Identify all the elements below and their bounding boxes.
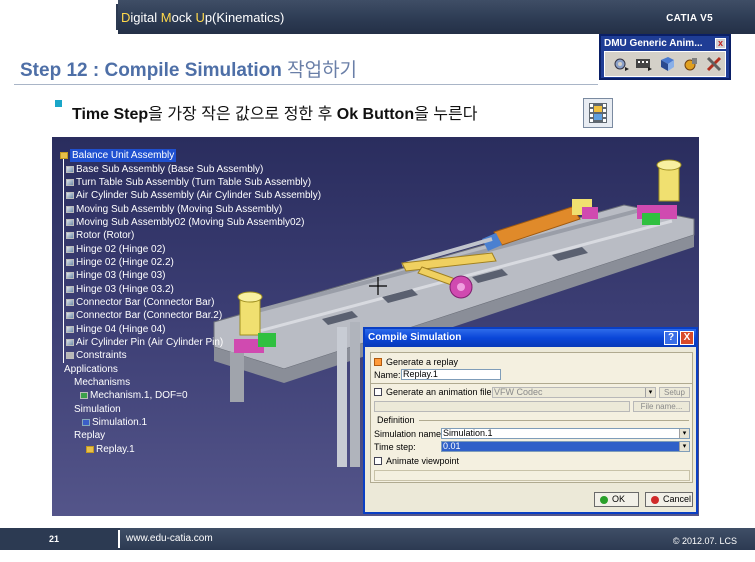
generate-replay-label: Generate a replay	[386, 357, 459, 367]
animate-viewpoint-label: Animate viewpoint	[386, 456, 460, 466]
tree-item[interactable]: Turn Table Sub Assembly (Turn Table Sub …	[60, 176, 321, 189]
bullet-icon	[55, 100, 62, 107]
instruction-text: Time Step을 가장 작은 값으로 정한 후 Ok Button을 누른다	[72, 106, 478, 123]
mechanism-icon	[80, 392, 88, 400]
part-icon	[66, 178, 74, 186]
tree-item-applications[interactable]: Applications	[60, 363, 321, 376]
replay-name-input[interactable]: Replay.1	[401, 369, 501, 380]
tree-item-replay-1[interactable]: Replay.1	[60, 443, 321, 456]
help-button[interactable]: ?	[664, 331, 678, 345]
tree-item[interactable]: Moving Sub Assembly02 (Moving Sub Assemb…	[60, 216, 321, 229]
ok-button[interactable]: OK	[594, 492, 639, 507]
tree-item[interactable]: Hinge 02 (Hinge 02.2)	[60, 256, 321, 269]
dialog-title: Compile Simulation	[368, 332, 462, 343]
tree-item[interactable]: Moving Sub Assembly (Moving Sub Assembly…	[60, 202, 321, 215]
replay-icon	[86, 445, 94, 453]
part-icon	[66, 298, 74, 306]
tree-item[interactable]: Base Sub Assembly (Base Sub Assembly)	[60, 162, 321, 175]
dmu-generic-animation-toolbar: DMU Generic Anim... x	[599, 34, 731, 80]
part-icon	[66, 272, 74, 280]
part-icon	[66, 285, 74, 293]
part-icon	[66, 245, 74, 253]
part-icon	[66, 205, 74, 213]
footer-band	[120, 528, 755, 550]
codec-select[interactable]: VFW Codec ▾	[492, 387, 656, 398]
tree-item-replay[interactable]: Replay	[60, 429, 321, 442]
tree-item-mechanism[interactable]: Mechanism.1, DOF=0	[60, 389, 321, 402]
generate-animation-checkbox[interactable]	[374, 388, 382, 396]
course-title: Digital Mock Up(Kinematics)	[121, 10, 285, 25]
generate-animation-label: Generate an animation file	[386, 387, 492, 397]
website-url: www.edu-catia.com	[126, 533, 213, 544]
title-divider	[14, 84, 598, 85]
setup-button[interactable]: Setup	[659, 387, 690, 398]
footer-separator	[118, 530, 120, 548]
copyright: © 2012.07. LCS	[672, 536, 737, 546]
tree-item-mechanisms[interactable]: Mechanisms	[60, 376, 321, 389]
tree-item[interactable]: Hinge 02 (Hinge 02)	[60, 242, 321, 255]
part-icon	[66, 192, 74, 200]
progress-field	[374, 470, 690, 481]
compile-simulation-dialog: Compile Simulation ? X Generate a replay…	[363, 327, 698, 514]
simulation-name-label: Simulation name:	[374, 429, 444, 439]
chevron-down-icon: ▾	[679, 429, 689, 438]
tree-item[interactable]: Hinge 04 (Hinge 04)	[60, 322, 321, 335]
file-name-button[interactable]: File name...	[633, 401, 690, 412]
bottom-margin	[0, 550, 755, 562]
tree-item[interactable]: Hinge 03 (Hinge 03.2)	[60, 282, 321, 295]
part-icon	[66, 338, 74, 346]
assembly-icon	[60, 152, 68, 160]
chevron-down-icon: ▾	[679, 442, 689, 451]
part-icon	[66, 312, 74, 320]
animate-viewpoint-checkbox[interactable]	[374, 457, 382, 465]
tree-item[interactable]: Air Cylinder Pin (Air Cylinder Pin)	[60, 336, 321, 349]
tree-item-root[interactable]: Balance Unit Assembly	[60, 149, 321, 163]
ok-icon	[600, 495, 608, 504]
tree-item[interactable]: Connector Bar (Connector Bar)	[60, 296, 321, 309]
constraints-icon	[66, 352, 74, 360]
footer-page-box	[0, 528, 120, 550]
specification-tree: Balance Unit Assembly Base Sub Assembly …	[60, 149, 321, 456]
dialog-titlebar: Compile Simulation	[365, 329, 696, 347]
step-title: Step 12 : Compile Simulation 작업하기	[20, 60, 358, 81]
simulation-icon	[82, 419, 90, 427]
tree-item[interactable]: Air Cylinder Sub Assembly (Air Cylinder …	[60, 189, 321, 202]
part-icon	[66, 218, 74, 226]
tools-icon[interactable]	[705, 54, 725, 74]
compile-simulation-film-icon	[583, 98, 613, 128]
cancel-button[interactable]: Cancel	[645, 492, 693, 507]
toolbar-close-button[interactable]: x	[715, 38, 726, 49]
time-step-label: Time step:	[374, 442, 416, 452]
compile-simulation-icon[interactable]	[635, 54, 655, 74]
close-button[interactable]: X	[680, 331, 694, 345]
time-step-select[interactable]: 0.01 ▾	[441, 441, 690, 452]
tree-item-constraints[interactable]: Constraints	[60, 349, 321, 362]
product-label: CATIA V5	[666, 13, 713, 24]
sequence-icon[interactable]	[682, 54, 702, 74]
header-left-panel	[0, 0, 118, 34]
replay-icon[interactable]	[658, 54, 678, 74]
part-icon	[66, 165, 74, 173]
tree-item[interactable]: Connector Bar (Connector Bar.2)	[60, 309, 321, 322]
tree-item-simulation-1[interactable]: Simulation.1	[60, 416, 321, 429]
simulation-name-select[interactable]: Simulation.1 ▾	[441, 428, 690, 439]
tree-item-simulation[interactable]: Simulation	[60, 403, 321, 416]
dialog-body: Generate a replay Name: Replay.1 Generat…	[370, 352, 693, 483]
part-icon	[66, 232, 74, 240]
generate-replay-checkbox[interactable]	[374, 358, 382, 366]
tree-item[interactable]: Rotor (Rotor)	[60, 229, 321, 242]
page-number: 21	[49, 534, 60, 544]
toolbar-title: DMU Generic Anim...	[604, 38, 703, 49]
chevron-down-icon: ▾	[645, 388, 655, 397]
name-label: Name:	[374, 370, 401, 380]
part-icon	[66, 258, 74, 266]
cancel-icon	[651, 495, 659, 504]
animation-file-input[interactable]	[374, 401, 630, 412]
part-icon	[66, 325, 74, 333]
simulation-icon[interactable]	[611, 54, 631, 74]
definition-group-label: Definition	[377, 415, 415, 425]
tree-item[interactable]: Hinge 03 (Hinge 03)	[60, 269, 321, 282]
